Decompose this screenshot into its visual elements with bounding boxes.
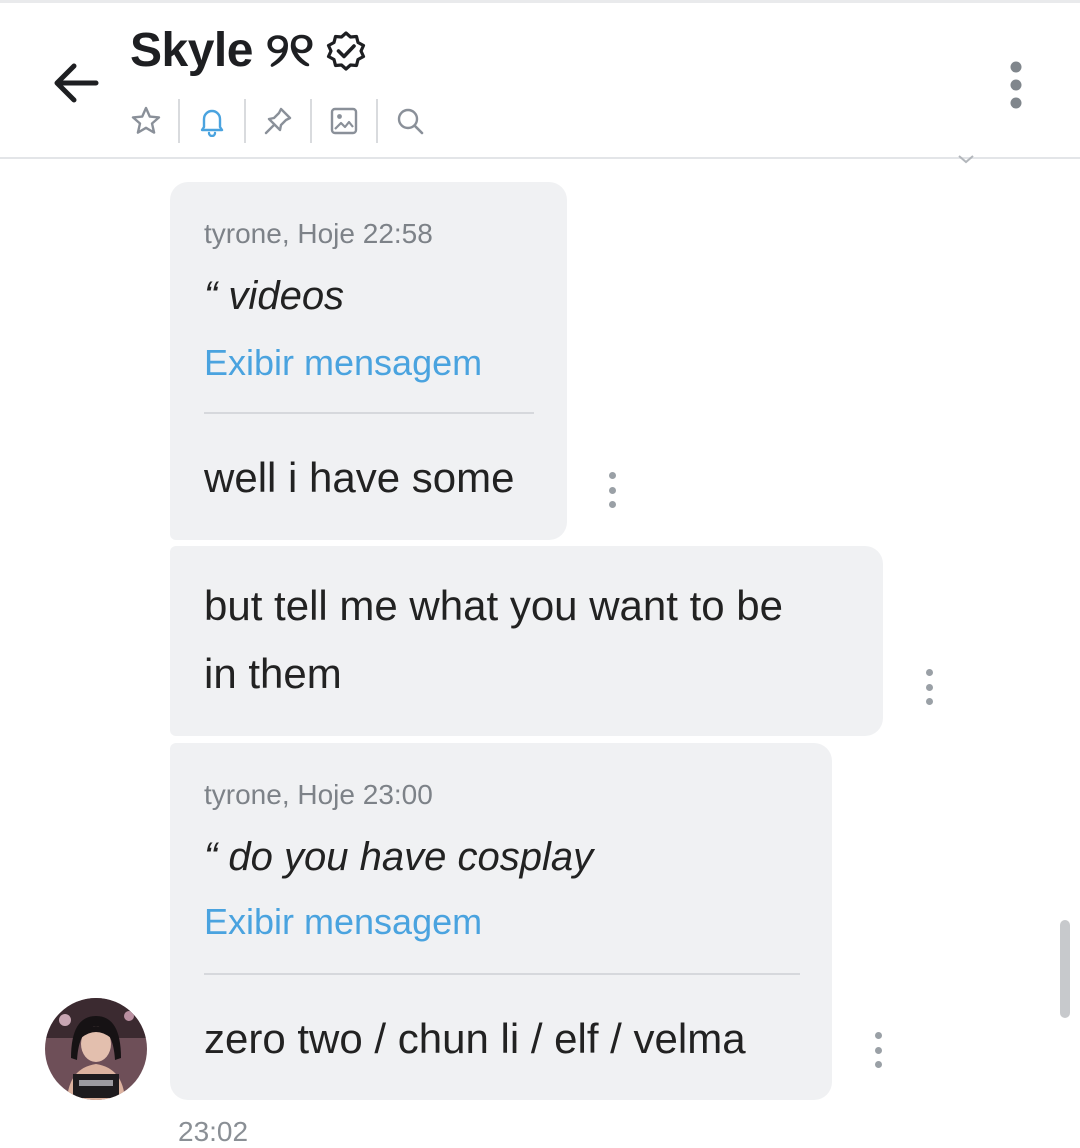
reply-author-time: tyrone, Hoje 22:58 [204, 218, 433, 249]
pin-button[interactable] [258, 101, 298, 141]
avatar-image [45, 998, 147, 1100]
search-button[interactable] [390, 101, 430, 141]
pin-icon [264, 107, 292, 135]
message-timestamp: 23:02 [178, 1116, 249, 1147]
message-bubble[interactable]: but tell me what you want to be in them [170, 546, 883, 736]
dot-icon [925, 683, 933, 691]
dot-icon [874, 1061, 882, 1068]
dot-icon [874, 1032, 882, 1039]
reply-divider [204, 412, 534, 414]
toolbar-divider [178, 99, 180, 143]
reply-divider [204, 973, 800, 975]
message-text-line: in them [204, 650, 342, 697]
chat-title-row[interactable]: Skyle ୨୧ [130, 23, 368, 79]
message-options-button[interactable] [866, 1030, 890, 1070]
favorite-button[interactable] [126, 101, 166, 141]
message-text-line: but tell me what you want to be [204, 582, 783, 629]
view-message-link[interactable]: Exibir mensagem [204, 901, 482, 943]
toolbar-divider [244, 99, 246, 143]
message-options-button[interactable] [600, 470, 624, 510]
dot-icon [874, 1046, 882, 1054]
message-options-button[interactable] [917, 667, 941, 707]
reply-author-time: tyrone, Hoje 23:00 [204, 779, 433, 810]
toolbar-divider [376, 99, 378, 143]
view-message-link[interactable]: Exibir mensagem [204, 342, 482, 384]
dot-icon [608, 501, 616, 508]
message-text: well i have some [204, 454, 515, 501]
toolbar-divider [310, 99, 312, 143]
header-divider [0, 157, 1080, 159]
dot-icon [925, 698, 933, 705]
reply-quote-text: “ videos [204, 274, 345, 318]
bell-icon [200, 109, 224, 137]
dot-icon [925, 669, 933, 676]
chevron-down-icon [958, 155, 974, 164]
chat-title: Skyle ୨୧ [130, 24, 314, 77]
verified-badge-icon [324, 29, 368, 73]
dot-icon [608, 486, 616, 494]
chat-header: Skyle ୨୧ [0, 3, 1080, 158]
search-icon [397, 108, 424, 135]
scrollbar-thumb[interactable] [1060, 920, 1070, 1018]
reply-quote-text: “ do you have cosplay [204, 835, 594, 879]
message-text: zero two / chun li / elf / velma [204, 1015, 746, 1062]
star-icon [131, 106, 161, 134]
more-menu-button[interactable] [996, 55, 1036, 115]
notifications-button[interactable] [192, 101, 232, 141]
sender-avatar[interactable] [45, 998, 147, 1100]
dot-icon [608, 472, 616, 479]
message-bubble[interactable]: tyrone, Hoje 22:58 “ videos Exibir mensa… [170, 182, 567, 540]
media-button[interactable] [324, 101, 364, 141]
back-button[interactable] [44, 51, 108, 115]
arrow-left-icon [54, 63, 99, 103]
image-icon [330, 107, 358, 135]
chat-toolbar [126, 99, 430, 143]
message-bubble[interactable]: tyrone, Hoje 23:00 “ do you have cosplay… [170, 743, 832, 1100]
more-vertical-icon [1010, 61, 1022, 109]
